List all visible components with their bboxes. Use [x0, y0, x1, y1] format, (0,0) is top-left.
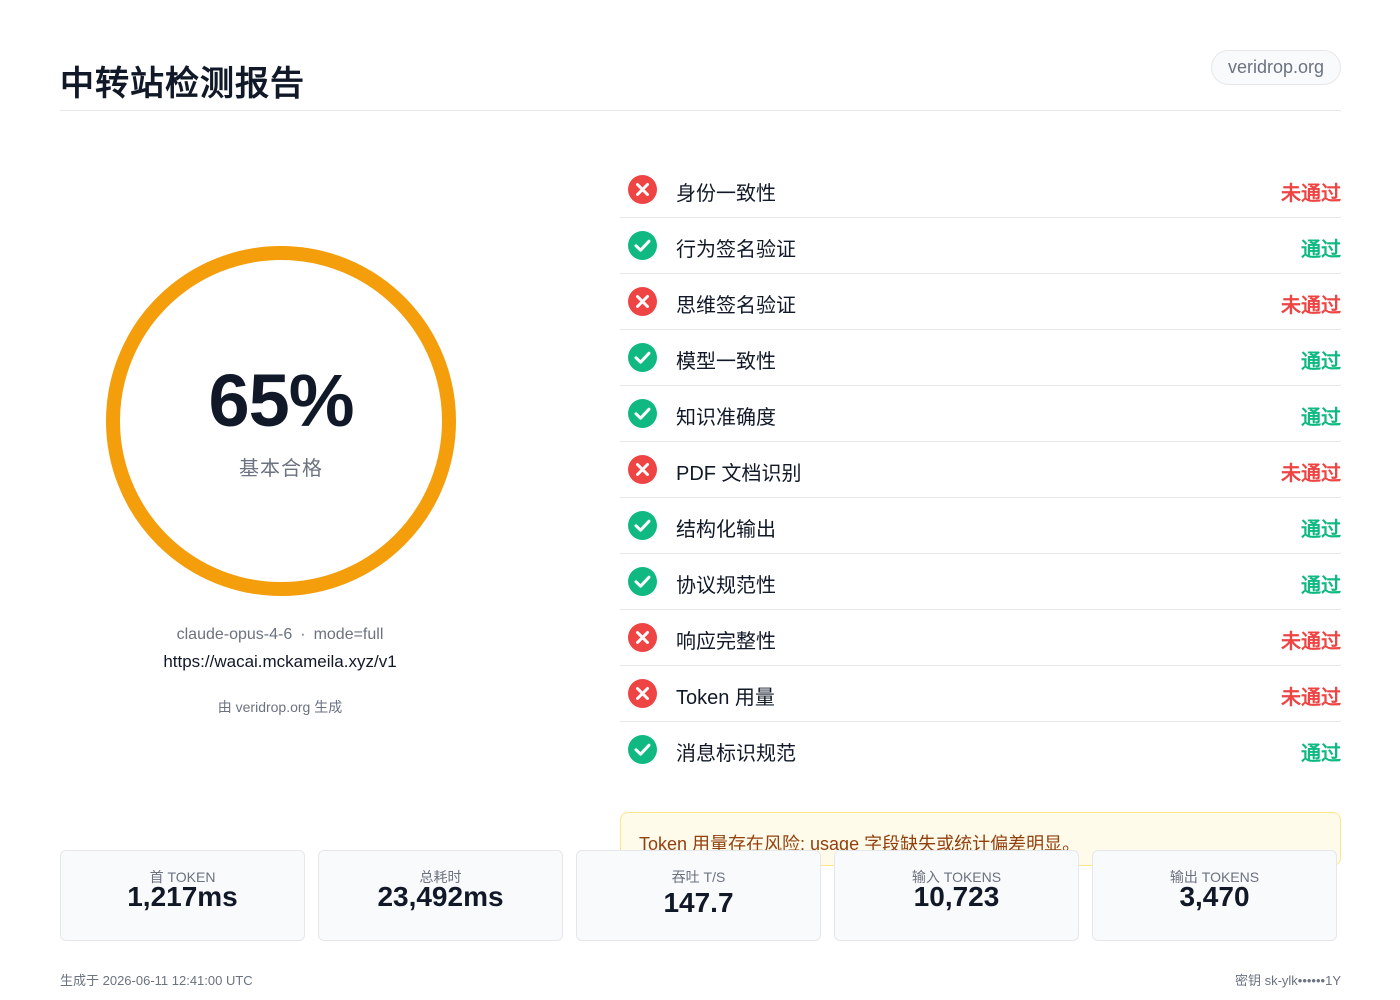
x-circle-icon	[628, 679, 657, 708]
x-circle-icon	[628, 175, 657, 204]
check-result: 通过	[1301, 743, 1341, 765]
check-result: 通过	[1301, 351, 1341, 373]
check-row: 协议规范性 通过	[620, 554, 1341, 610]
model-info: claude-opus-4-6 · mode=full	[80, 626, 480, 644]
check-result: 通过	[1301, 575, 1341, 597]
check-row: PDF 文档识别 未通过	[620, 442, 1341, 498]
endpoint-url: https://wacai.mckameila.xyz/v1	[163, 652, 397, 671]
score-grade: 基本合格	[239, 458, 323, 480]
check-name: 思维签名验证	[676, 295, 796, 317]
check-list: 身份一致性 未通过 行为签名验证 通过 思维签名验证 未通过 模型一致性 通过 知识准确度 通过 P…	[620, 162, 1341, 778]
stat-value: 147.7	[663, 887, 734, 918]
check-row: 消息标识规范 通过	[620, 722, 1341, 778]
model-name: claude-opus-4-6	[176, 626, 293, 643]
check-row: 知识准确度 通过	[620, 386, 1341, 442]
check-row: 结构化输出 通过	[620, 498, 1341, 554]
check-row: 模型一致性 通过	[620, 330, 1341, 386]
stat-label: 吞吐 T/S	[671, 869, 726, 885]
page-title: 中转站检测报告	[60, 65, 305, 103]
check-name: 知识准确度	[676, 407, 776, 429]
check-circle-icon	[628, 231, 657, 260]
check-circle-icon	[628, 399, 657, 428]
check-result: 未通过	[1281, 295, 1341, 317]
stat-total-time: 总耗时 23,492ms	[318, 850, 563, 941]
check-circle-icon	[628, 735, 657, 764]
stat-first-token: 首 TOKEN 1,217ms	[60, 850, 305, 941]
check-result: 通过	[1301, 239, 1341, 261]
check-circle-icon	[628, 343, 657, 372]
check-name: Token 用量	[676, 687, 775, 709]
generated-timestamp: 生成于 2026-06-11 12:41:00 UTC	[60, 973, 253, 988]
stat-output-tokens: 输出 TOKENS 3,470	[1092, 850, 1337, 941]
stat-value: 10,723	[913, 881, 1000, 912]
check-result: 未通过	[1281, 687, 1341, 709]
api-key-masked: 密钥 sk-ylk••••••1Y	[1234, 973, 1341, 988]
check-result: 未通过	[1281, 183, 1341, 205]
check-row: 身份一致性 未通过	[620, 162, 1341, 218]
check-name: 协议规范性	[676, 575, 776, 597]
check-circle-icon	[628, 511, 657, 540]
score-gauge: 65% 基本合格	[100, 240, 462, 602]
stat-value: 3,470	[1179, 881, 1250, 912]
x-circle-icon	[628, 455, 657, 484]
report-header: 中转站检测报告 veridrop.org	[60, 50, 1341, 111]
x-circle-icon	[628, 623, 657, 652]
check-result: 未通过	[1281, 463, 1341, 485]
mode-label: mode=full	[313, 626, 384, 643]
check-row: 响应完整性 未通过	[620, 610, 1341, 666]
check-name: 结构化输出	[676, 519, 776, 541]
check-row: Token 用量 未通过	[620, 666, 1341, 722]
generated-by: 由 veridrop.org 生成	[217, 699, 343, 715]
check-name: 模型一致性	[676, 351, 776, 373]
stat-throughput: 吞吐 T/S 147.7	[576, 850, 821, 941]
check-row: 行为签名验证 通过	[620, 218, 1341, 274]
stat-input-tokens: 输入 TOKENS 10,723	[834, 850, 1079, 941]
check-result: 未通过	[1281, 631, 1341, 653]
check-name: 消息标识规范	[676, 743, 796, 765]
domain-badge[interactable]: veridrop.org	[1210, 50, 1341, 85]
check-name: PDF 文档识别	[676, 463, 802, 485]
score-percent: 65%	[208, 359, 354, 442]
check-name: 行为签名验证	[676, 239, 796, 261]
check-result: 通过	[1301, 519, 1341, 541]
check-result: 通过	[1301, 407, 1341, 429]
meta-separator: ·	[300, 626, 306, 643]
x-circle-icon	[628, 287, 657, 316]
stat-value: 1,217ms	[127, 881, 238, 912]
check-row: 思维签名验证 未通过	[620, 274, 1341, 330]
check-name: 响应完整性	[676, 631, 776, 653]
stat-value: 23,492ms	[377, 881, 504, 912]
check-name: 身份一致性	[676, 183, 776, 205]
check-circle-icon	[628, 567, 657, 596]
